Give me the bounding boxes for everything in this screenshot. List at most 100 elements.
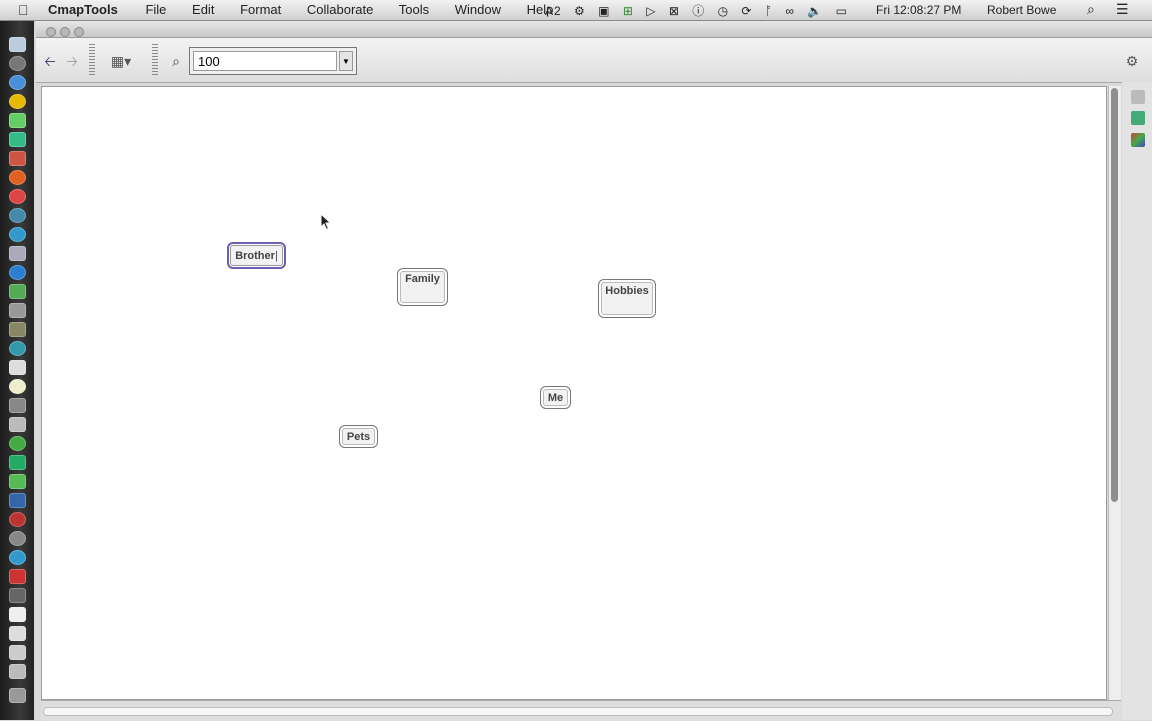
display-status-icon[interactable]: ▭	[836, 4, 847, 18]
mouse-pointer-icon	[320, 213, 332, 231]
ie-dock-icon[interactable]	[9, 227, 26, 242]
toolbar: 🡠 🡢 ▦▾ ⌕ ▼ ⚙	[36, 38, 1152, 83]
baseball-dock-icon[interactable]	[9, 379, 26, 394]
concept-label: Me	[547, 392, 564, 404]
toolbar-grip[interactable]	[89, 44, 95, 76]
volume-icon[interactable]: 🔈	[807, 4, 822, 18]
refresh-status-icon[interactable]: ⟳	[741, 4, 751, 18]
concept-label: Family	[405, 273, 440, 285]
close-window-icon[interactable]	[46, 27, 56, 37]
style-palette-icon[interactable]	[1131, 90, 1145, 104]
forward-arrow-icon[interactable]: 🡢	[62, 51, 82, 71]
star-dock-icon[interactable]	[9, 303, 26, 318]
status-menus: A 2 ⚙ ▣ ⊞ ▷ ⊠ ⓘ ◷ ⟳ ᚩ ∞ 🔈 ▭	[545, 2, 857, 19]
itunes-dock-icon[interactable]	[9, 341, 26, 356]
window-title-bar	[36, 21, 1152, 38]
circle-dock-icon[interactable]	[9, 436, 26, 451]
zoom-input[interactable]	[193, 51, 337, 71]
target-dock-icon[interactable]	[9, 550, 26, 565]
bluetooth-icon[interactable]: ᚩ	[765, 4, 772, 18]
concept-me[interactable]: Me	[540, 386, 571, 409]
spotlight-search-icon[interactable]: ⌕	[1087, 1, 1095, 18]
colored-square-icon[interactable]	[1131, 133, 1145, 147]
green-square-icon[interactable]	[1131, 111, 1145, 125]
menu-format[interactable]: Format	[240, 2, 281, 17]
ring-dock-icon[interactable]	[9, 94, 26, 109]
cmap-canvas[interactable]	[41, 86, 1107, 700]
plus-status-icon[interactable]: ⊞	[623, 4, 633, 18]
notification-list-icon[interactable]: ☰	[1116, 1, 1129, 18]
concept-label: Pets	[346, 431, 371, 443]
preview-dock-icon[interactable]	[9, 246, 26, 261]
zoom-icon[interactable]: ⌕	[166, 51, 186, 71]
chrome-dock-icon[interactable]	[9, 189, 26, 204]
tools-dock-icon[interactable]	[9, 113, 26, 128]
view-options-icon[interactable]: ▦▾	[106, 51, 136, 71]
system-prefs-dock-icon[interactable]	[9, 56, 26, 71]
firefox-dock-icon[interactable]	[9, 170, 26, 185]
menu-app-name[interactable]: CmapTools	[48, 2, 118, 17]
vertical-scroll-thumb[interactable]	[1111, 88, 1118, 502]
concept-hobbies[interactable]: Hobbies	[598, 279, 656, 318]
acrobat-dock-icon[interactable]	[9, 360, 26, 375]
text-caret: |	[274, 250, 278, 262]
menu-window[interactable]: Window	[455, 2, 501, 17]
menu-collaborate[interactable]: Collaborate	[307, 2, 374, 17]
back-arrow-icon[interactable]: 🡠	[40, 51, 60, 71]
safari-dock-icon[interactable]	[9, 75, 26, 90]
network-dock-icon[interactable]	[9, 132, 26, 147]
stack-dock-icon[interactable]	[9, 645, 26, 660]
zoom-dropdown-icon[interactable]: ▼	[339, 51, 353, 71]
horizontal-scroll-thumb[interactable]	[43, 707, 1113, 716]
document-dock-icon[interactable]	[9, 607, 26, 622]
zoom-window-icon[interactable]	[74, 27, 84, 37]
finder-dock-icon[interactable]	[9, 37, 26, 52]
screen-status-icon[interactable]: ▣	[598, 4, 609, 18]
map-dock-icon[interactable]	[9, 284, 26, 299]
drive-dock-icon[interactable]	[9, 588, 26, 603]
menu-items: CmapTools File Edit Format Collaborate T…	[48, 2, 575, 17]
dock	[0, 21, 34, 720]
concept-brother[interactable]: Brother|	[227, 242, 286, 269]
box-status-icon[interactable]: ⊠	[669, 4, 679, 18]
zoom-control: ▼	[189, 47, 357, 75]
menu-edit[interactable]: Edit	[192, 2, 214, 17]
toolbar-grip-2[interactable]	[152, 44, 158, 76]
sync-status-icon[interactable]: ⚙	[574, 4, 585, 18]
w-dock-icon[interactable]	[9, 493, 26, 508]
info-status-icon[interactable]: ⓘ	[692, 2, 704, 19]
concept-family[interactable]: Family	[397, 268, 448, 306]
folder-dock-icon[interactable]	[9, 626, 26, 641]
leaf-dock-icon[interactable]	[9, 455, 26, 470]
menubar-clock[interactable]: Fri 12:08:27 PM	[876, 3, 961, 17]
time-machine-icon[interactable]: ◷	[718, 4, 728, 18]
vertical-scrollbar[interactable]	[1108, 86, 1121, 700]
wifi-icon[interactable]: ∞	[785, 4, 794, 18]
menubar-user[interactable]: Robert Bowe	[987, 3, 1056, 17]
red-dock-icon[interactable]	[9, 512, 26, 527]
inspector-icon[interactable]: ⚙	[1122, 51, 1142, 71]
world-dock-icon[interactable]	[9, 265, 26, 280]
adobe-status-icon[interactable]: A 2	[545, 4, 561, 18]
calendar-dock-icon[interactable]	[9, 569, 26, 584]
downloads-dock-icon[interactable]	[9, 664, 26, 679]
menu-file[interactable]: File	[145, 2, 166, 17]
concept-pets[interactable]: Pets	[339, 425, 378, 448]
cmap-dock-icon[interactable]	[9, 474, 26, 489]
globe-dock-icon[interactable]	[9, 208, 26, 223]
menu-tools[interactable]: Tools	[399, 2, 429, 17]
horizontal-scrollbar[interactable]	[41, 700, 1121, 721]
minimize-window-icon[interactable]	[60, 27, 70, 37]
concept-label: Brother	[235, 250, 275, 262]
skip-status-icon[interactable]: ▷	[646, 4, 655, 18]
film-dock-icon[interactable]	[9, 398, 26, 413]
menu-bar:  CmapTools File Edit Format Collaborate…	[0, 0, 1152, 21]
notes-dock-icon[interactable]	[9, 417, 26, 432]
right-tool-panel	[1122, 82, 1152, 720]
gear-dock-icon[interactable]	[9, 531, 26, 546]
pen-dock-icon[interactable]	[9, 151, 26, 166]
photo-dock-icon[interactable]	[9, 322, 26, 337]
concept-label: Hobbies	[605, 285, 649, 297]
trash-dock-icon[interactable]	[9, 688, 26, 703]
apple-menu-icon[interactable]: 	[18, 2, 29, 18]
